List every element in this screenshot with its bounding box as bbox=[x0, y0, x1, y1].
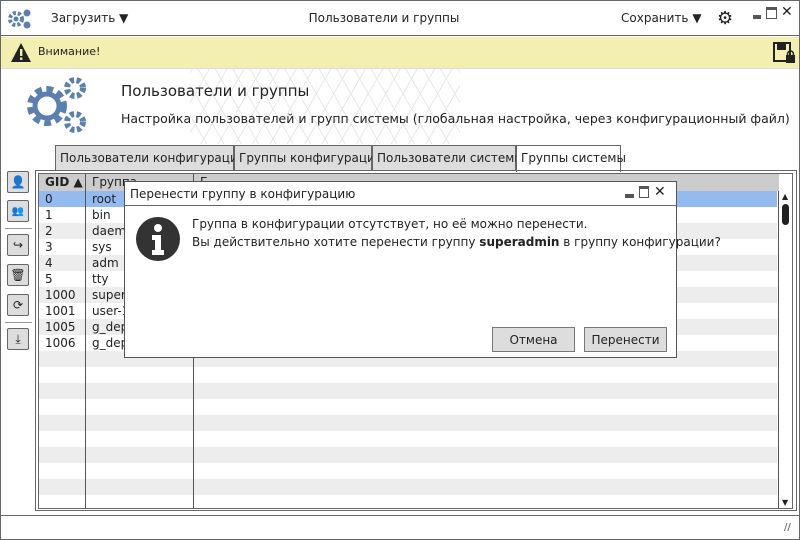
dialog-message-line2: Вы действительно хотите перенести группу… bbox=[192, 235, 721, 249]
save-menu-button[interactable]: Сохранить ▼ bbox=[621, 11, 702, 25]
gid-cell: 1001 bbox=[45, 304, 76, 318]
gid-cell: 1 bbox=[45, 208, 53, 222]
tab-config-groups[interactable]: Группы конфигурации bbox=[234, 145, 383, 170]
resize-grip-icon[interactable]: // bbox=[784, 522, 791, 533]
gid-cell: 1000 bbox=[45, 288, 76, 302]
scroll-up-arrow[interactable]: ▲ bbox=[782, 192, 788, 201]
group-button[interactable]: 👥 bbox=[7, 200, 29, 222]
confirm-move-button[interactable]: Перенести bbox=[584, 327, 667, 352]
table-row[interactable] bbox=[39, 399, 777, 415]
minimize-button[interactable] bbox=[753, 15, 761, 19]
gid-cell: 4 bbox=[45, 256, 53, 270]
maximize-button[interactable] bbox=[766, 7, 777, 19]
dialog-maximize-button[interactable] bbox=[639, 186, 649, 198]
table-row[interactable] bbox=[39, 383, 777, 399]
table-row[interactable] bbox=[39, 431, 777, 447]
page-subtitle: Настройка пользователей и групп системы … bbox=[121, 111, 790, 126]
save-label: Сохранить bbox=[621, 11, 689, 25]
tab-system-groups[interactable]: Группы системы bbox=[516, 145, 626, 172]
info-icon bbox=[136, 217, 180, 261]
scroll-down-arrow[interactable]: ▼ bbox=[782, 498, 788, 507]
title-bar: Загрузить ▼ Пользователи и группы Сохран… bbox=[1, 1, 799, 36]
table-row[interactable] bbox=[39, 367, 777, 383]
header-gears-icon bbox=[27, 77, 86, 133]
download-icon: ⤓ bbox=[15, 331, 21, 346]
dialog-title-bar: Перенести группу в конфигурацию ✕ bbox=[125, 182, 676, 206]
gid-cell: 2 bbox=[45, 224, 53, 238]
dropdown-arrow-icon: ▼ bbox=[692, 11, 702, 25]
hexagon-background bbox=[190, 69, 460, 144]
move-group-dialog: Перенести группу в конфигурацию ✕ Группа… bbox=[124, 181, 721, 358]
tab-config-users[interactable]: Пользователи конфигурации bbox=[55, 145, 246, 170]
table-row[interactable] bbox=[39, 463, 777, 479]
warning-icon bbox=[11, 43, 31, 62]
warning-bar: Внимание! bbox=[1, 37, 799, 69]
trash-icon: 🗑 bbox=[10, 268, 26, 282]
gid-cell: 1005 bbox=[45, 320, 76, 334]
user-card-icon: 👤 bbox=[10, 175, 26, 189]
cancel-button[interactable]: Отмена bbox=[492, 327, 575, 352]
gid-cell: 5 bbox=[45, 272, 53, 286]
group-icon: 👥 bbox=[11, 205, 25, 217]
refresh-icon: ⟳ bbox=[12, 298, 24, 312]
download-button[interactable]: ⤓ bbox=[7, 328, 29, 350]
tab-system-users[interactable]: Пользователи системы bbox=[372, 145, 524, 170]
page-title: Пользователи и группы bbox=[121, 82, 310, 100]
column-header-gid[interactable]: GID ▲ bbox=[39, 174, 86, 190]
save-lock-icon[interactable] bbox=[772, 41, 796, 65]
group-name: superadmin bbox=[479, 235, 560, 249]
dialog-close-button[interactable]: ✕ bbox=[654, 184, 666, 200]
settings-gear-icon[interactable]: ⚙ bbox=[717, 8, 733, 29]
status-bar: // bbox=[1, 515, 799, 539]
share-icon: ↪ bbox=[12, 238, 24, 252]
refresh-button[interactable]: ⟳ bbox=[7, 294, 29, 316]
table-row[interactable] bbox=[39, 447, 777, 463]
warning-text: Внимание! bbox=[38, 45, 101, 58]
delete-button[interactable]: 🗑 bbox=[7, 264, 29, 286]
table-row[interactable] bbox=[39, 415, 777, 431]
toolbar-separator bbox=[5, 322, 32, 323]
toolbar-separator bbox=[5, 228, 32, 229]
vertical-scrollbar[interactable]: ▲ ▼ bbox=[778, 191, 792, 508]
table-row[interactable] bbox=[39, 479, 777, 495]
dialog-minimize-button[interactable] bbox=[625, 194, 634, 198]
table-row[interactable] bbox=[39, 495, 777, 508]
user-card-button[interactable]: 👤 bbox=[7, 171, 29, 193]
dialog-message-line1: Группа в конфигурации отсутствует, но её… bbox=[192, 217, 588, 231]
scroll-thumb[interactable] bbox=[782, 204, 789, 225]
close-button[interactable]: ✕ bbox=[781, 4, 793, 20]
move-button[interactable]: ↪ bbox=[7, 234, 29, 256]
dialog-title: Перенести группу в конфигурацию bbox=[130, 187, 356, 201]
gid-cell: 0 bbox=[45, 192, 53, 206]
gid-cell: 1006 bbox=[45, 336, 76, 350]
gid-cell: 3 bbox=[45, 240, 53, 254]
